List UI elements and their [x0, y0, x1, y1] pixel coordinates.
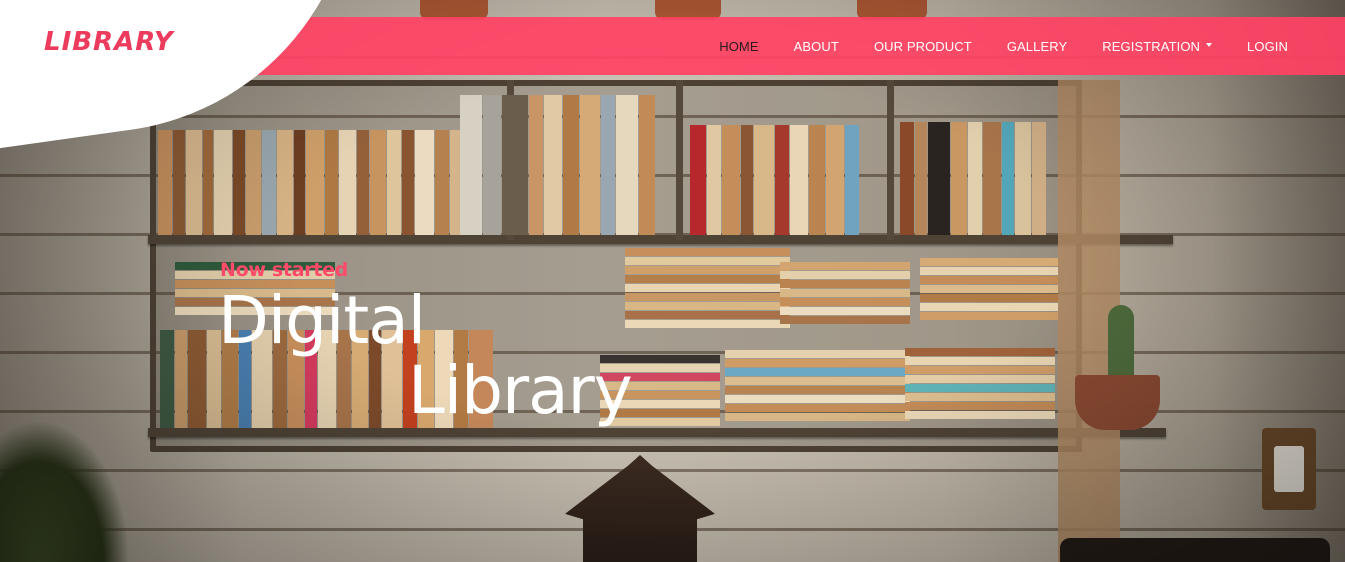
nav-registration-dropdown[interactable]: REGISTRATION	[1102, 38, 1213, 54]
nav-about[interactable]: ABOUT	[794, 39, 839, 54]
book-row	[900, 122, 1080, 235]
nav-home[interactable]: HOME	[719, 39, 758, 54]
book-stack	[905, 348, 1055, 419]
navbar: HOME ABOUT OUR PRODUCT GALLERY REGISTRAT…	[210, 17, 1345, 75]
shelf-board	[148, 428, 1166, 437]
book-row	[690, 125, 885, 235]
nav-registration-label: REGISTRATION	[1102, 38, 1201, 54]
lantern	[565, 455, 715, 562]
cactus	[1108, 305, 1134, 380]
nav-menu: HOME ABOUT OUR PRODUCT GALLERY REGISTRAT…	[719, 17, 1288, 75]
site-logo[interactable]: LIBRARY	[44, 27, 174, 57]
book-row	[460, 95, 675, 235]
nav-gallery[interactable]: GALLERY	[1007, 39, 1067, 54]
shelf-divider	[887, 80, 894, 240]
nav-our-product[interactable]: OUR PRODUCT	[874, 39, 972, 54]
wall-switch	[1262, 428, 1316, 510]
book-stack	[920, 258, 1058, 320]
potted-plant	[0, 420, 130, 562]
shelf-board	[148, 235, 1173, 244]
plant-pot	[1075, 375, 1160, 430]
book-stack	[780, 262, 910, 324]
book-stack	[625, 248, 790, 328]
caret-down-icon	[1206, 43, 1213, 48]
hero-title-line2: Library	[408, 352, 633, 429]
hero-title-line1: Digital	[218, 282, 426, 359]
book-row	[158, 130, 503, 235]
shelf-divider	[507, 80, 514, 240]
shelf-divider	[676, 80, 683, 240]
hero-eyebrow: Now started	[220, 259, 348, 281]
wooden-sign	[1060, 538, 1330, 562]
book-stack	[725, 350, 910, 421]
nav-login[interactable]: LOGIN	[1247, 39, 1288, 54]
wooden-plank	[1058, 80, 1120, 562]
